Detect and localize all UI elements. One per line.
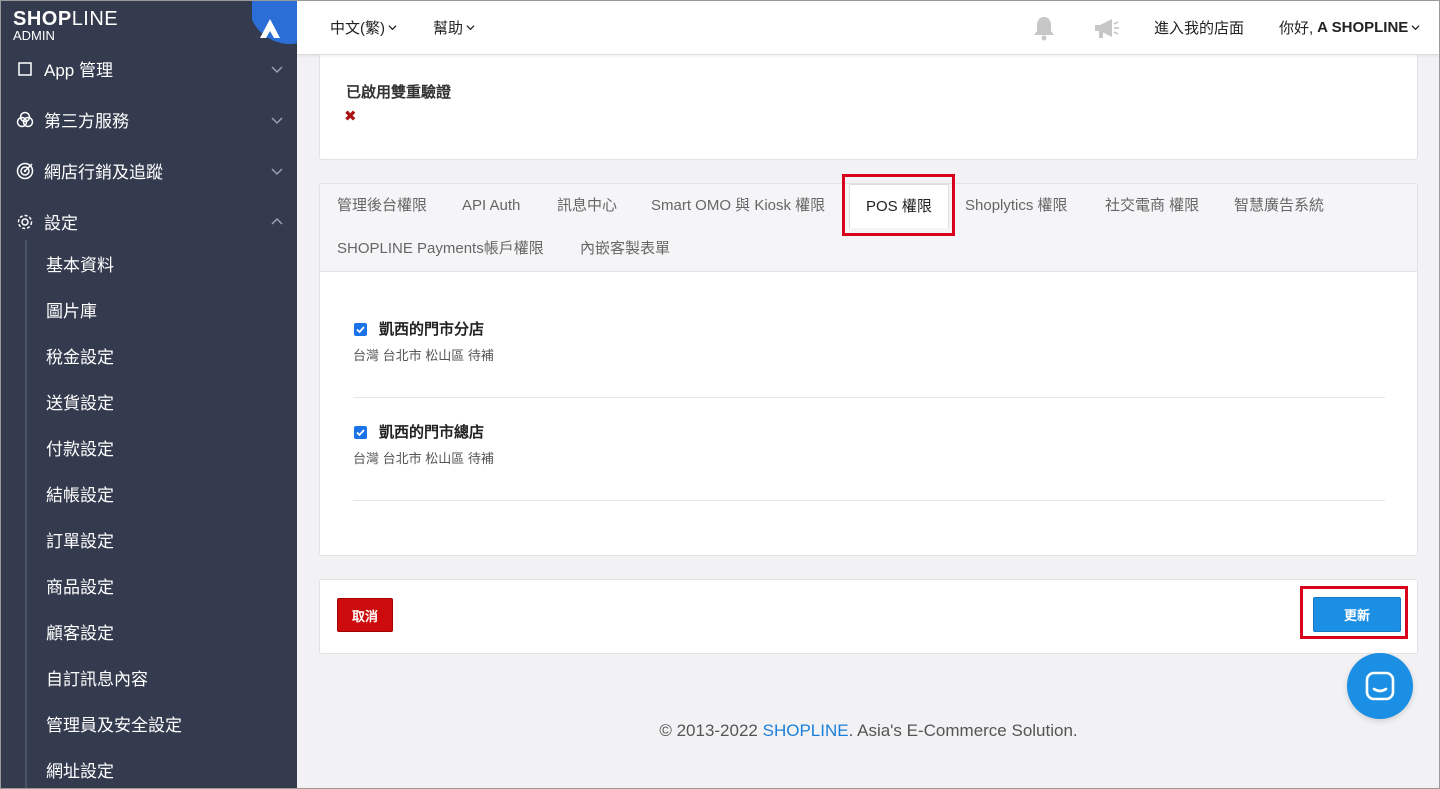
sidebar-item-marketing[interactable]: 網店行銷及追蹤: [0, 145, 297, 196]
tab-shopline-payments[interactable]: SHOPLINE Payments帳戶權限: [337, 238, 544, 260]
subnav-item-order[interactable]: 訂單設定: [27, 516, 297, 562]
cancel-button[interactable]: 取消: [337, 598, 393, 632]
footer-brand-link[interactable]: SHOPLINE: [763, 721, 849, 740]
permissions-panel: 管理後台權限 API Auth 訊息中心 Smart OMO 與 Kiosk 權…: [319, 183, 1418, 556]
topbar: 中文(繁) 幫助 進入我的店面 你好, A SHOPLINE: [297, 0, 1440, 55]
help-label: 幫助: [433, 20, 464, 37]
subnav-item-customer[interactable]: 顧客設定: [27, 608, 297, 654]
target-icon: [15, 161, 35, 181]
tab-smart-omo-kiosk[interactable]: Smart OMO 與 Kiosk 權限: [651, 195, 825, 217]
subnav-item-delivery[interactable]: 送貨設定: [27, 378, 297, 424]
store-name: 凱西的門市總店: [379, 424, 485, 441]
subnav-item-product[interactable]: 商品設定: [27, 562, 297, 608]
tab-message-center[interactable]: 訊息中心: [557, 195, 617, 217]
chevron-down-icon: [271, 167, 283, 175]
language-label: 中文(繁): [330, 20, 385, 37]
store-checkbox[interactable]: [354, 323, 367, 336]
user-name: A SHOPLINE: [1317, 19, 1409, 36]
third-party-icon: [15, 110, 35, 130]
sidebar-nav: App 管理 第三方服務 網店行銷及追蹤 設定: [0, 43, 297, 247]
chevron-down-icon: [271, 65, 283, 73]
sidebar-item-label: 網店行銷及追蹤: [44, 163, 163, 182]
shopline-logo[interactable]: SHOPLINE: [13, 9, 118, 29]
two-factor-label: 已啟用雙重驗證: [346, 84, 452, 101]
user-menu[interactable]: 你好, A SHOPLINE: [1279, 0, 1420, 55]
bell-icon[interactable]: [1030, 14, 1058, 42]
tab-embedded-form[interactable]: 內嵌客製表單: [580, 238, 670, 260]
store-address: 台灣 台北市 松山區 待補: [353, 348, 494, 363]
logo-bold-text: SHOP: [13, 8, 72, 30]
subnav-item-admin-security[interactable]: 管理員及安全設定: [27, 700, 297, 746]
security-panel: 已啟用雙重驗證 ✖: [319, 40, 1418, 160]
brand-header: SHOPLINE ADMIN: [0, 0, 297, 55]
sidebar-toggle-icon[interactable]: [252, 0, 297, 44]
store-checkbox[interactable]: [354, 426, 367, 439]
tab-shoplytics[interactable]: Shoplytics 權限: [965, 195, 1068, 217]
footer-tagline: . Asia's E-Commerce Solution.: [848, 721, 1078, 740]
footer: © 2013-2022 SHOPLINE. Asia's E-Commerce …: [297, 721, 1440, 741]
tab-api-auth[interactable]: API Auth: [462, 195, 520, 217]
tab-pos-permissions[interactable]: POS 權限: [849, 184, 949, 228]
permission-tabs: 管理後台權限 API Auth 訊息中心 Smart OMO 與 Kiosk 權…: [320, 184, 1417, 272]
subnav-item-custom-message[interactable]: 自訂訊息內容: [27, 654, 297, 700]
list-item: 凱西的門市分店 台灣 台北市 松山區 待補: [353, 318, 1385, 398]
list-item: 凱西的門市總店 台灣 台北市 松山區 待補: [353, 421, 1385, 501]
chevron-down-icon: [1411, 25, 1420, 31]
app-icon: [15, 59, 35, 79]
sidebar-item-label: 第三方服務: [44, 112, 129, 131]
sidebar-item-label: App 管理: [44, 61, 113, 80]
logo-thin-text: LINE: [71, 8, 119, 30]
subnav-item-payment[interactable]: 付款設定: [27, 424, 297, 470]
footer-copyright: © 2013-2022: [659, 721, 763, 740]
store-name: 凱西的門市分店: [379, 321, 485, 338]
language-dropdown[interactable]: 中文(繁): [330, 0, 397, 55]
chevron-down-icon: [466, 25, 475, 31]
sidebar: App 管理 第三方服務 網店行銷及追蹤 設定 基本資料 圖片庫 稅金設定 送貨…: [0, 0, 297, 789]
update-button[interactable]: 更新: [1313, 597, 1401, 632]
subnav-item-tax[interactable]: 稅金設定: [27, 332, 297, 378]
enter-store-link[interactable]: 進入我的店面: [1154, 0, 1244, 55]
two-factor-disabled-icon: ✖: [344, 108, 357, 125]
admin-label: ADMIN: [13, 28, 55, 43]
subnav-item-image-gallery[interactable]: 圖片庫: [27, 286, 297, 332]
sidebar-item-third-party[interactable]: 第三方服務: [0, 94, 297, 145]
chat-launcher-button[interactable]: [1347, 653, 1413, 719]
tab-social-commerce[interactable]: 社交電商 權限: [1105, 195, 1199, 217]
actions-panel: 取消 更新: [319, 579, 1418, 654]
settings-subnav: 基本資料 圖片庫 稅金設定 送貨設定 付款設定 結帳設定 訂單設定 商品設定 顧…: [25, 240, 297, 789]
greeting-text: 你好,: [1279, 20, 1314, 37]
gear-icon: [15, 212, 35, 232]
chat-icon: [1365, 671, 1395, 701]
sidebar-item-label: 設定: [44, 214, 78, 233]
tab-admin-permissions[interactable]: 管理後台權限: [337, 195, 427, 217]
chevron-up-icon: [271, 217, 283, 225]
subnav-item-basic-info[interactable]: 基本資料: [27, 240, 297, 286]
subnav-item-url[interactable]: 網址設定: [27, 746, 297, 789]
subnav-item-checkout[interactable]: 結帳設定: [27, 470, 297, 516]
chevron-down-icon: [271, 116, 283, 124]
chevron-down-icon: [388, 25, 397, 31]
help-dropdown[interactable]: 幫助: [433, 0, 475, 55]
store-address: 台灣 台北市 松山區 待補: [353, 451, 494, 466]
tab-smart-ads[interactable]: 智慧廣告系統: [1234, 195, 1324, 217]
announcement-icon[interactable]: [1092, 14, 1120, 42]
